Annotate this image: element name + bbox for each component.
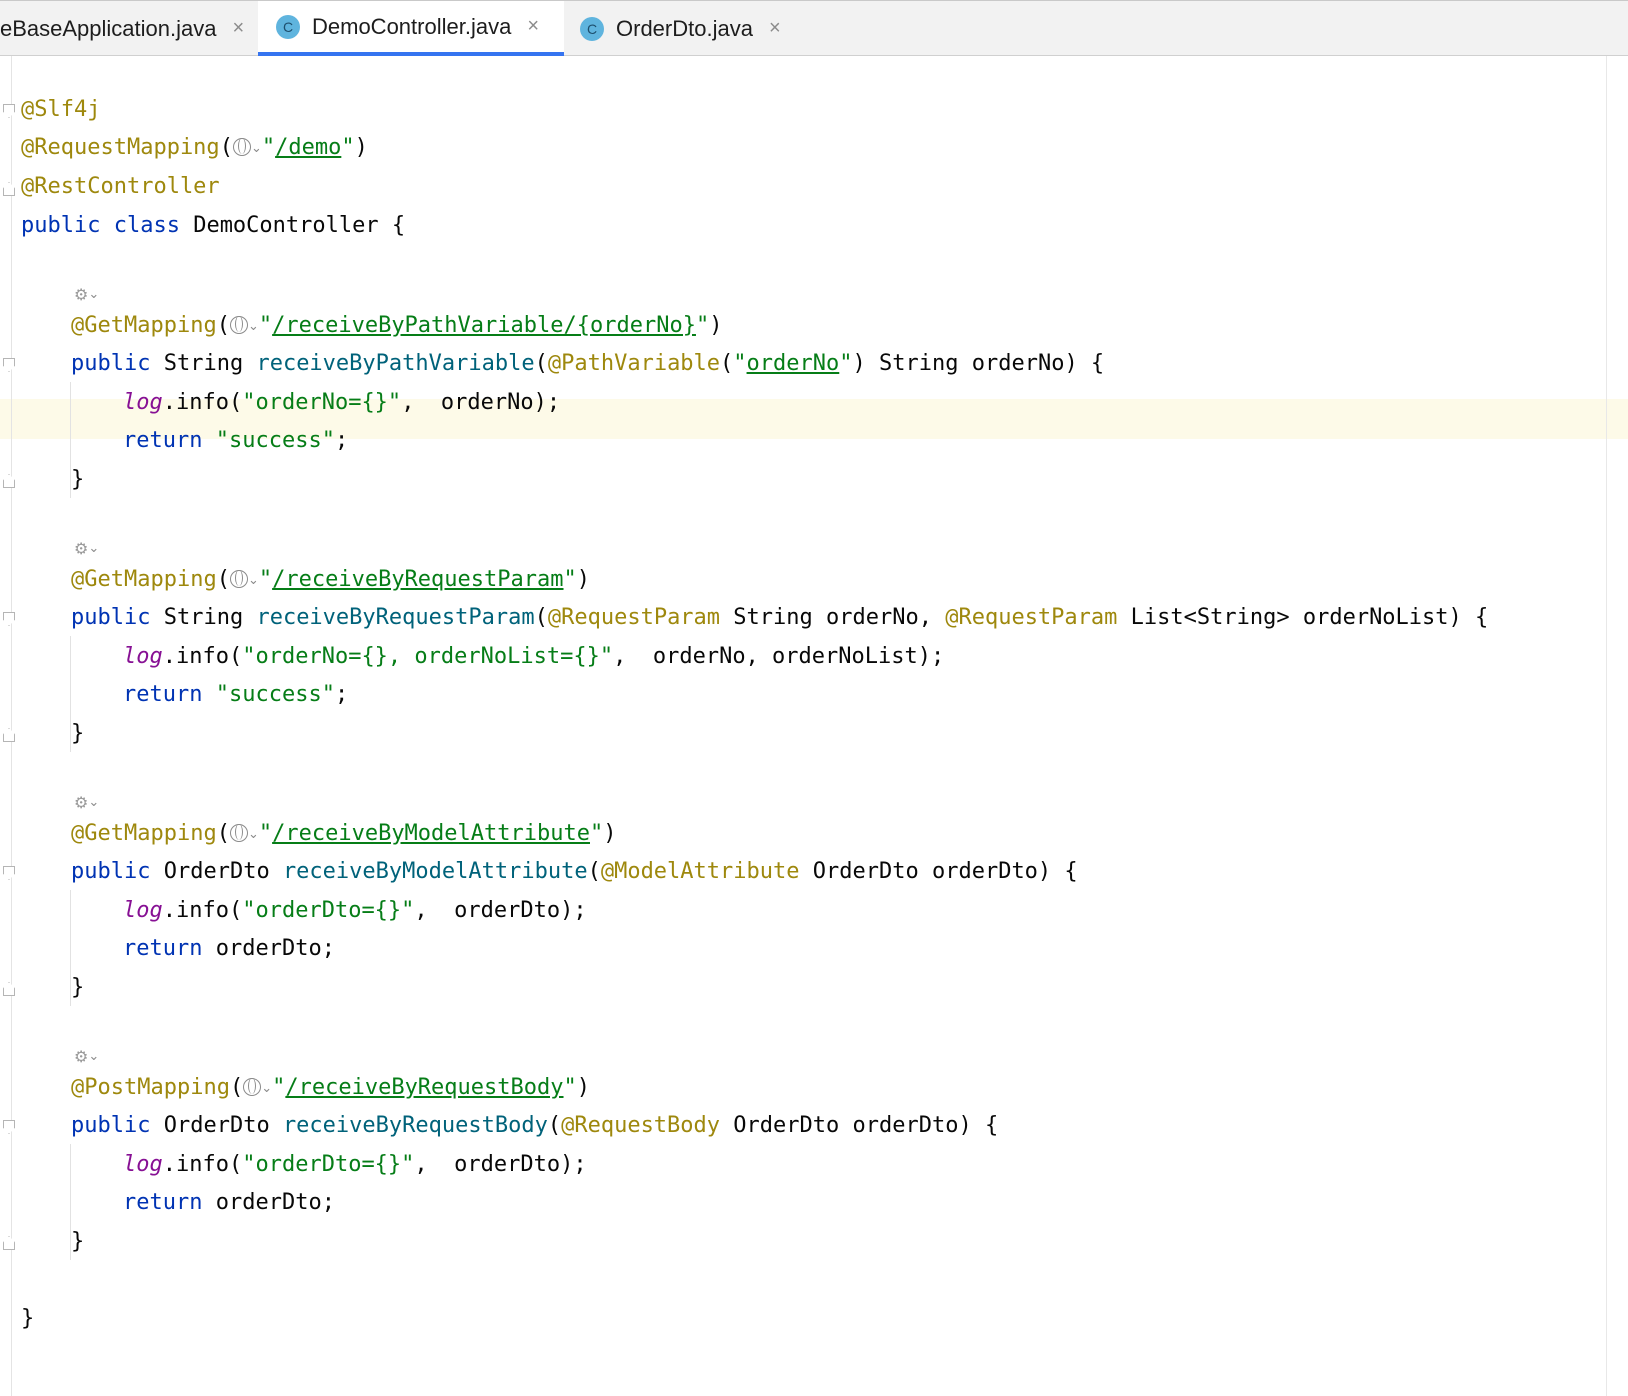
tab-label: eBaseApplication.java xyxy=(0,15,217,41)
code-line: @GetMapping(⌄"/receiveByRequestParam") xyxy=(71,567,591,592)
code-line: log.info("orderNo={}", orderNo); xyxy=(123,390,561,415)
fold-toggle-icon[interactable] xyxy=(3,182,15,196)
method-name: receiveByModelAttribute xyxy=(282,859,588,884)
code-line: log.info("orderDto={}", orderDto); xyxy=(123,1152,587,1177)
code-line: public OrderDto receiveByModelAttribute(… xyxy=(71,859,1078,884)
annotation: @GetMapping xyxy=(71,567,217,592)
bean-mapping-icon[interactable]: ⚙⌄ xyxy=(74,792,99,814)
endpoint-url[interactable]: /receiveByPathVariable/{orderNo} xyxy=(272,313,696,338)
method-name: receiveByRequestBody xyxy=(282,1113,548,1138)
code-line: return "success"; xyxy=(123,682,349,707)
code-line: } xyxy=(71,467,85,492)
code-line: return orderDto; xyxy=(123,936,335,961)
code-line: } xyxy=(71,721,85,746)
close-icon[interactable]: × xyxy=(232,17,244,40)
code-line: public String receiveByRequestParam(@Req… xyxy=(71,605,1489,630)
fold-toggle-icon[interactable] xyxy=(3,866,15,880)
annotation: @Slf4j xyxy=(21,97,101,122)
code-line: @Slf4j xyxy=(21,90,100,130)
endpoint-url[interactable]: /receiveByModelAttribute xyxy=(272,821,590,846)
globe-icon[interactable] xyxy=(232,138,251,156)
endpoint-url[interactable]: /receiveByRequestBody xyxy=(285,1075,563,1100)
chevron-down-icon[interactable]: ⌄ xyxy=(248,573,259,588)
code-line: @PostMapping(⌄"/receiveByRequestBody") xyxy=(71,1075,591,1100)
chevron-down-icon[interactable]: ⌄ xyxy=(248,827,259,842)
tab-label: DemoController.java xyxy=(312,13,512,39)
fold-toggle-icon[interactable] xyxy=(3,728,15,742)
chevron-down-icon[interactable]: ⌄ xyxy=(251,141,262,156)
annotation: @RestController xyxy=(21,174,220,199)
code-line: @GetMapping(⌄"/receiveByPathVariable/{or… xyxy=(71,313,723,338)
code-line: log.info("orderDto={}", orderDto); xyxy=(123,898,587,923)
annotation: @PostMapping xyxy=(71,1075,230,1100)
code-editor[interactable]: @Slf4j @RequestMapping(⌄"/demo"")) @Rest… xyxy=(0,56,1628,1396)
tab-label: OrderDto.java xyxy=(616,15,753,41)
annotation: @GetMapping xyxy=(71,821,217,846)
close-icon[interactable]: × xyxy=(769,17,781,40)
keyword: public class xyxy=(21,213,180,238)
tab-base-application[interactable]: eBaseApplication.java × xyxy=(0,1,258,56)
class-icon: C xyxy=(276,14,300,39)
code-line: } xyxy=(71,975,85,1000)
code-line: @RequestMapping(⌄"/demo"")) xyxy=(21,135,368,160)
chevron-down-icon[interactable]: ⌄ xyxy=(261,1081,272,1096)
endpoint-url[interactable]: /demo xyxy=(275,135,341,160)
bean-mapping-icon[interactable]: ⚙⌄ xyxy=(74,1046,99,1068)
code-line: } xyxy=(21,1306,35,1331)
fold-toggle-icon[interactable] xyxy=(3,1120,15,1134)
code-line: @GetMapping(⌄"/receiveByModelAttribute") xyxy=(71,821,617,846)
globe-icon[interactable] xyxy=(229,824,248,842)
bean-mapping-icon[interactable]: ⚙⌄ xyxy=(74,538,99,560)
endpoint-url[interactable]: /receiveByRequestParam xyxy=(272,567,563,592)
close-icon[interactable]: × xyxy=(527,15,539,38)
tab-order-dto[interactable]: C OrderDto.java × xyxy=(564,1,804,56)
method-name: receiveByRequestParam xyxy=(256,605,535,630)
fold-toggle-icon[interactable] xyxy=(3,982,15,996)
globe-icon[interactable] xyxy=(229,570,248,588)
class-icon: C xyxy=(580,16,604,41)
fold-toggle-icon[interactable] xyxy=(3,358,15,372)
code-line: } xyxy=(71,1229,85,1254)
fold-toggle-icon[interactable] xyxy=(3,612,15,626)
fold-toggle-icon[interactable] xyxy=(3,104,15,118)
code-line: return "success"; xyxy=(123,428,349,453)
globe-icon[interactable] xyxy=(229,316,248,334)
bean-mapping-icon[interactable]: ⚙⌄ xyxy=(74,284,99,306)
tab-demo-controller[interactable]: C DemoController.java × xyxy=(258,1,564,56)
code-line: public String receiveByPathVariable(@Pat… xyxy=(71,351,1105,376)
code-line: return orderDto; xyxy=(123,1190,335,1215)
code-line: public OrderDto receiveByRequestBody(@Re… xyxy=(71,1113,999,1138)
code-line: @RestController xyxy=(21,167,220,207)
chevron-down-icon[interactable]: ⌄ xyxy=(248,319,259,334)
fold-toggle-icon[interactable] xyxy=(3,474,15,488)
globe-icon[interactable] xyxy=(243,1078,262,1096)
gutter-separator xyxy=(11,56,12,1396)
code-line: public class DemoController { xyxy=(21,213,406,238)
method-name: receiveByPathVariable xyxy=(256,351,535,376)
editor-tab-bar: eBaseApplication.java × C DemoController… xyxy=(0,0,1628,56)
annotation: @GetMapping xyxy=(71,313,217,338)
fold-toggle-icon[interactable] xyxy=(3,1236,15,1250)
annotation: @RequestMapping xyxy=(21,135,220,160)
code-line: log.info("orderNo={}, orderNoList={}", o… xyxy=(123,644,945,669)
right-margin-guide xyxy=(1606,56,1607,1396)
